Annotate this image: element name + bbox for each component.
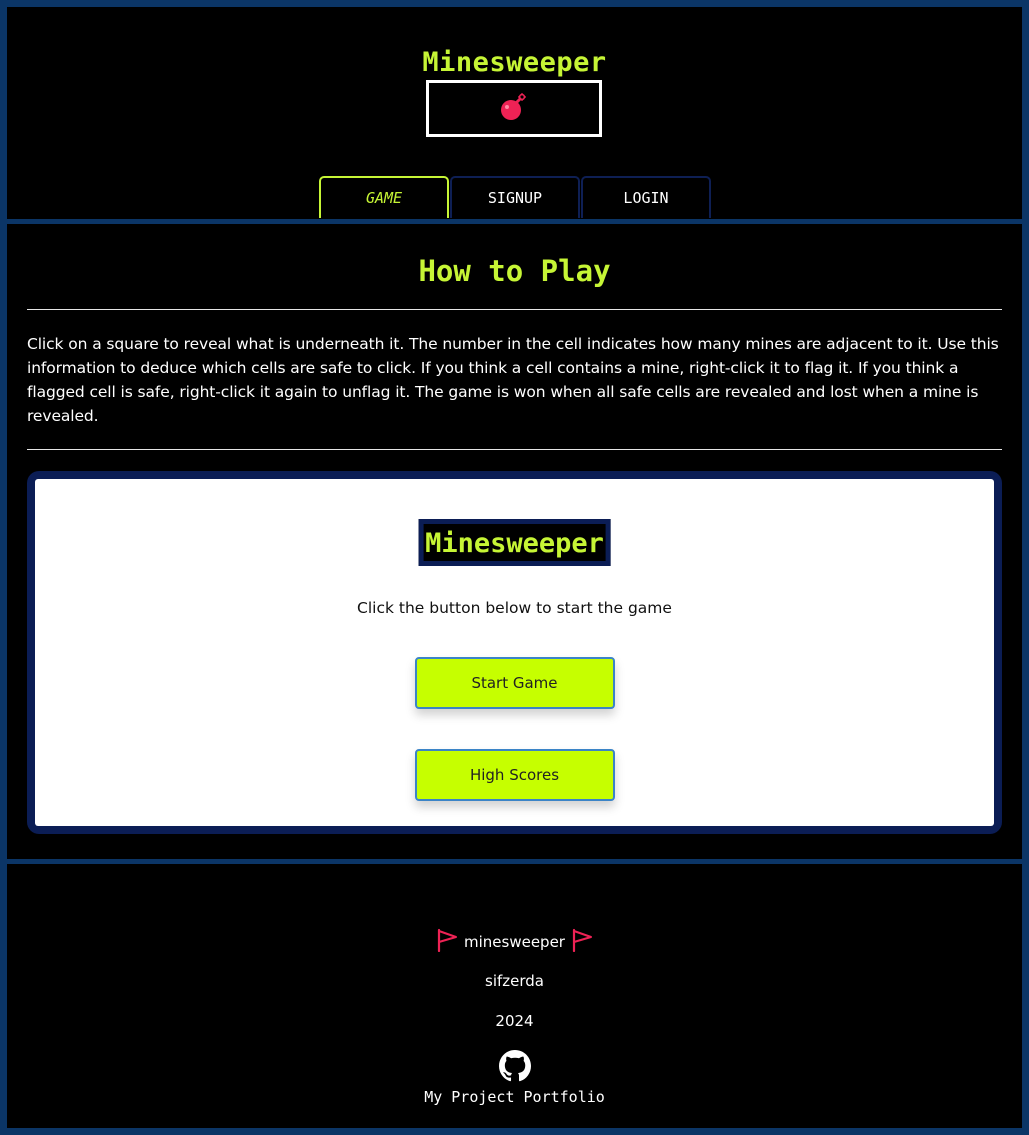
flag-icon	[436, 928, 458, 956]
footer-brand-label: minesweeper	[464, 933, 565, 951]
instructions-text: Click on a square to reveal what is unde…	[27, 335, 999, 425]
game-panel: Minesweeper Click the button below to st…	[35, 479, 994, 826]
start-prompt: Click the button below to start the game	[357, 599, 672, 617]
footer-divider	[7, 859, 1022, 864]
tab-game[interactable]: GAME	[319, 176, 449, 218]
flag-icon	[571, 928, 593, 956]
footer-author: sifzerda	[485, 972, 544, 990]
panel-logo: Minesweeper	[418, 519, 611, 566]
site-title: Minesweeper	[422, 47, 607, 78]
high-scores-button[interactable]: High Scores	[414, 749, 615, 801]
game-frame: Minesweeper Click the button below to st…	[27, 471, 1002, 834]
bottom-rule	[27, 449, 1002, 450]
bomb-icon	[499, 92, 529, 126]
start-game-button[interactable]: Start Game	[414, 657, 615, 709]
site-header: Minesweeper GAME SIGNUP LOGIN	[7, 7, 1022, 219]
footer-brand: minesweeper	[7, 928, 1022, 956]
tab-signup[interactable]: SIGNUP	[450, 176, 580, 218]
github-icon[interactable]	[498, 1050, 531, 1086]
footer-year: 2024	[495, 1012, 534, 1030]
portfolio-link[interactable]: My Project Portfolio	[7, 1088, 1022, 1106]
main-content: How to Play Click on a square to reveal …	[7, 224, 1022, 834]
how-to-play-title: How to Play	[418, 254, 611, 288]
bomb-logo-box	[426, 80, 602, 137]
tab-login[interactable]: LOGIN	[581, 176, 711, 218]
nav-tabs: GAME SIGNUP LOGIN	[319, 176, 711, 218]
